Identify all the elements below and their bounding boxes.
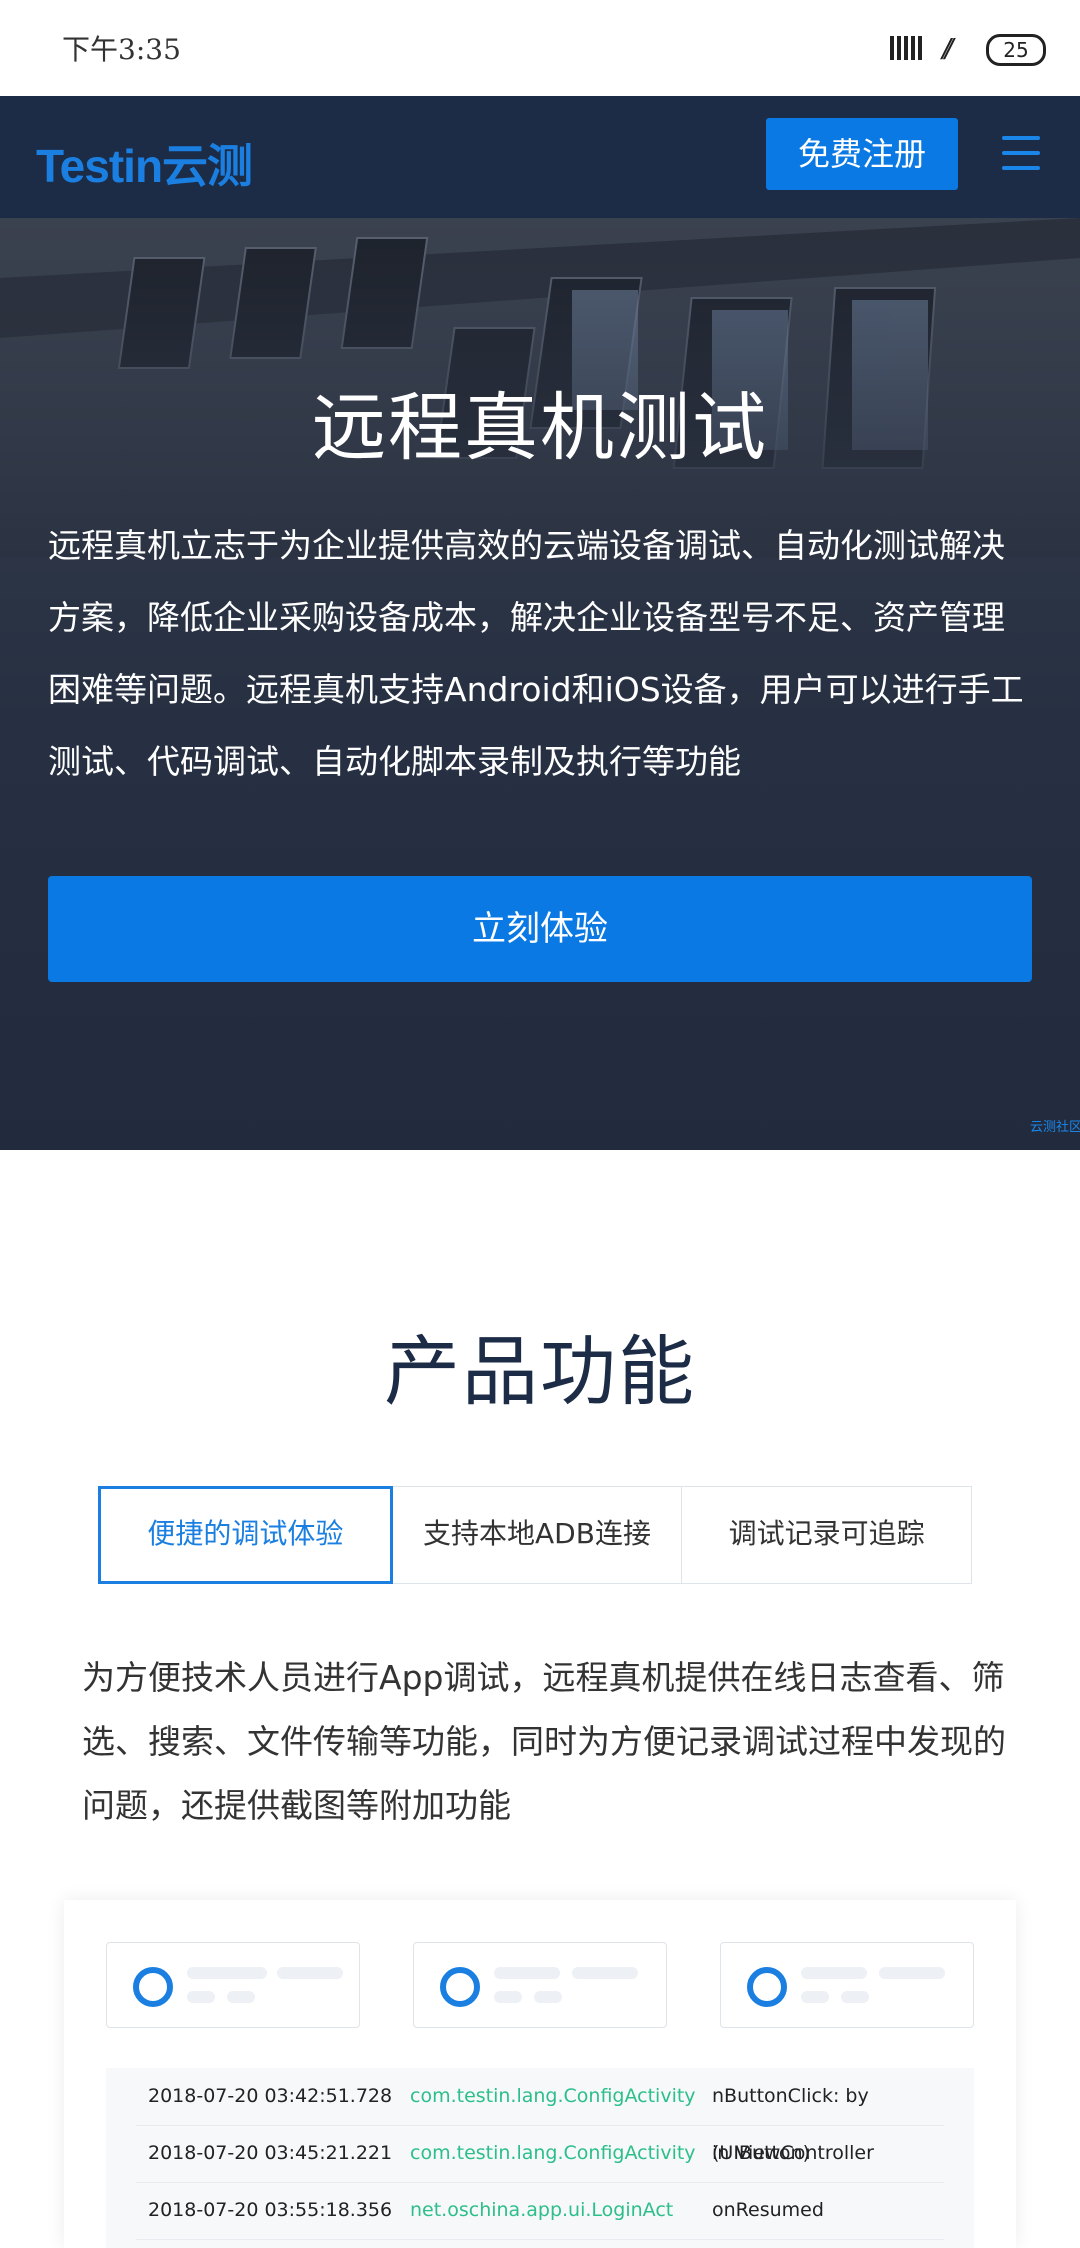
table-row: 2018-07-20 03:45:21.221 com.testin.lang.…: [136, 2125, 944, 2183]
log-time: 2018-07-20 03:45:21.221: [148, 2142, 393, 2164]
table-row: 2018-07-20 03:55:18.356 net.oschina.app.…: [136, 2182, 944, 2240]
log-time: 2018-07-20 03:42:51.728: [148, 2085, 393, 2107]
hamburger-menu-icon[interactable]: [1002, 136, 1040, 172]
feature-tabs: 便捷的调试体验 支持本地ADB连接 调试记录可追踪: [98, 1486, 972, 1584]
placeholder-card: [720, 1942, 974, 2028]
ring-icon: [133, 1967, 173, 2007]
ring-icon: [747, 1967, 787, 2007]
log-table: 2018-07-20 03:42:51.728 com.testin.lang.…: [106, 2068, 974, 2248]
log-package: net.oschina.app.ui.LoginAct: [410, 2199, 674, 2221]
signal-icon: [890, 36, 924, 60]
placeholder-card: [413, 1942, 667, 2028]
hero-description: 远程真机立志于为企业提供高效的云端设备调试、自动化测试解决方案，降低企业采购设备…: [48, 526, 1024, 781]
status-time: 下午3:35: [62, 33, 181, 66]
ring-icon: [440, 1967, 480, 2007]
logo[interactable]: Testin云测: [36, 130, 253, 196]
log-message: in ViewController: [712, 2142, 874, 2164]
battery-icon: 25: [986, 34, 1046, 66]
log-time: 2018-07-20 03:55:18.356: [148, 2199, 393, 2221]
hero-section: 远程真机测试 远程真机立志于为企业提供高效的云端设备调试、自动化测试解决方案，降…: [0, 218, 1080, 1150]
top-nav: Testin云测 免费注册: [0, 96, 1080, 218]
network-icon: //: [942, 34, 953, 64]
log-package: com.testin.lang.ConfigActivity: [410, 2142, 696, 2164]
corner-tag: 云测社区: [1030, 1120, 1080, 1135]
feature-description: 为方便技术人员进行App调试，远程真机提供在线日志查看、筛选、搜索、文件传输等功…: [82, 1658, 1006, 1825]
tab-adb-connection[interactable]: 支持本地ADB连接: [393, 1487, 683, 1583]
hero-title: 远程真机测试: [312, 385, 768, 471]
log-package: com.testin.lang.ConfigActivity: [410, 2085, 696, 2107]
tab-debug-experience[interactable]: 便捷的调试体验: [98, 1486, 393, 1584]
battery-level: 25: [1003, 38, 1029, 62]
table-row: 2018-07-20 03:42:51.728 com.testin.lang.…: [136, 2068, 944, 2164]
placeholder-card: [106, 1942, 360, 2028]
debug-illustration: 2018-07-20 03:42:51.728 com.testin.lang.…: [64, 1900, 1016, 2248]
status-bar: 下午3:35 // 25: [0, 0, 1080, 96]
try-now-button[interactable]: 立刻体验: [48, 876, 1032, 982]
register-button[interactable]: 免费注册: [766, 118, 958, 190]
log-message: onResumed: [712, 2199, 824, 2221]
section-title: 产品功能: [384, 1327, 696, 1416]
tab-debug-records[interactable]: 调试记录可追踪: [682, 1487, 971, 1583]
